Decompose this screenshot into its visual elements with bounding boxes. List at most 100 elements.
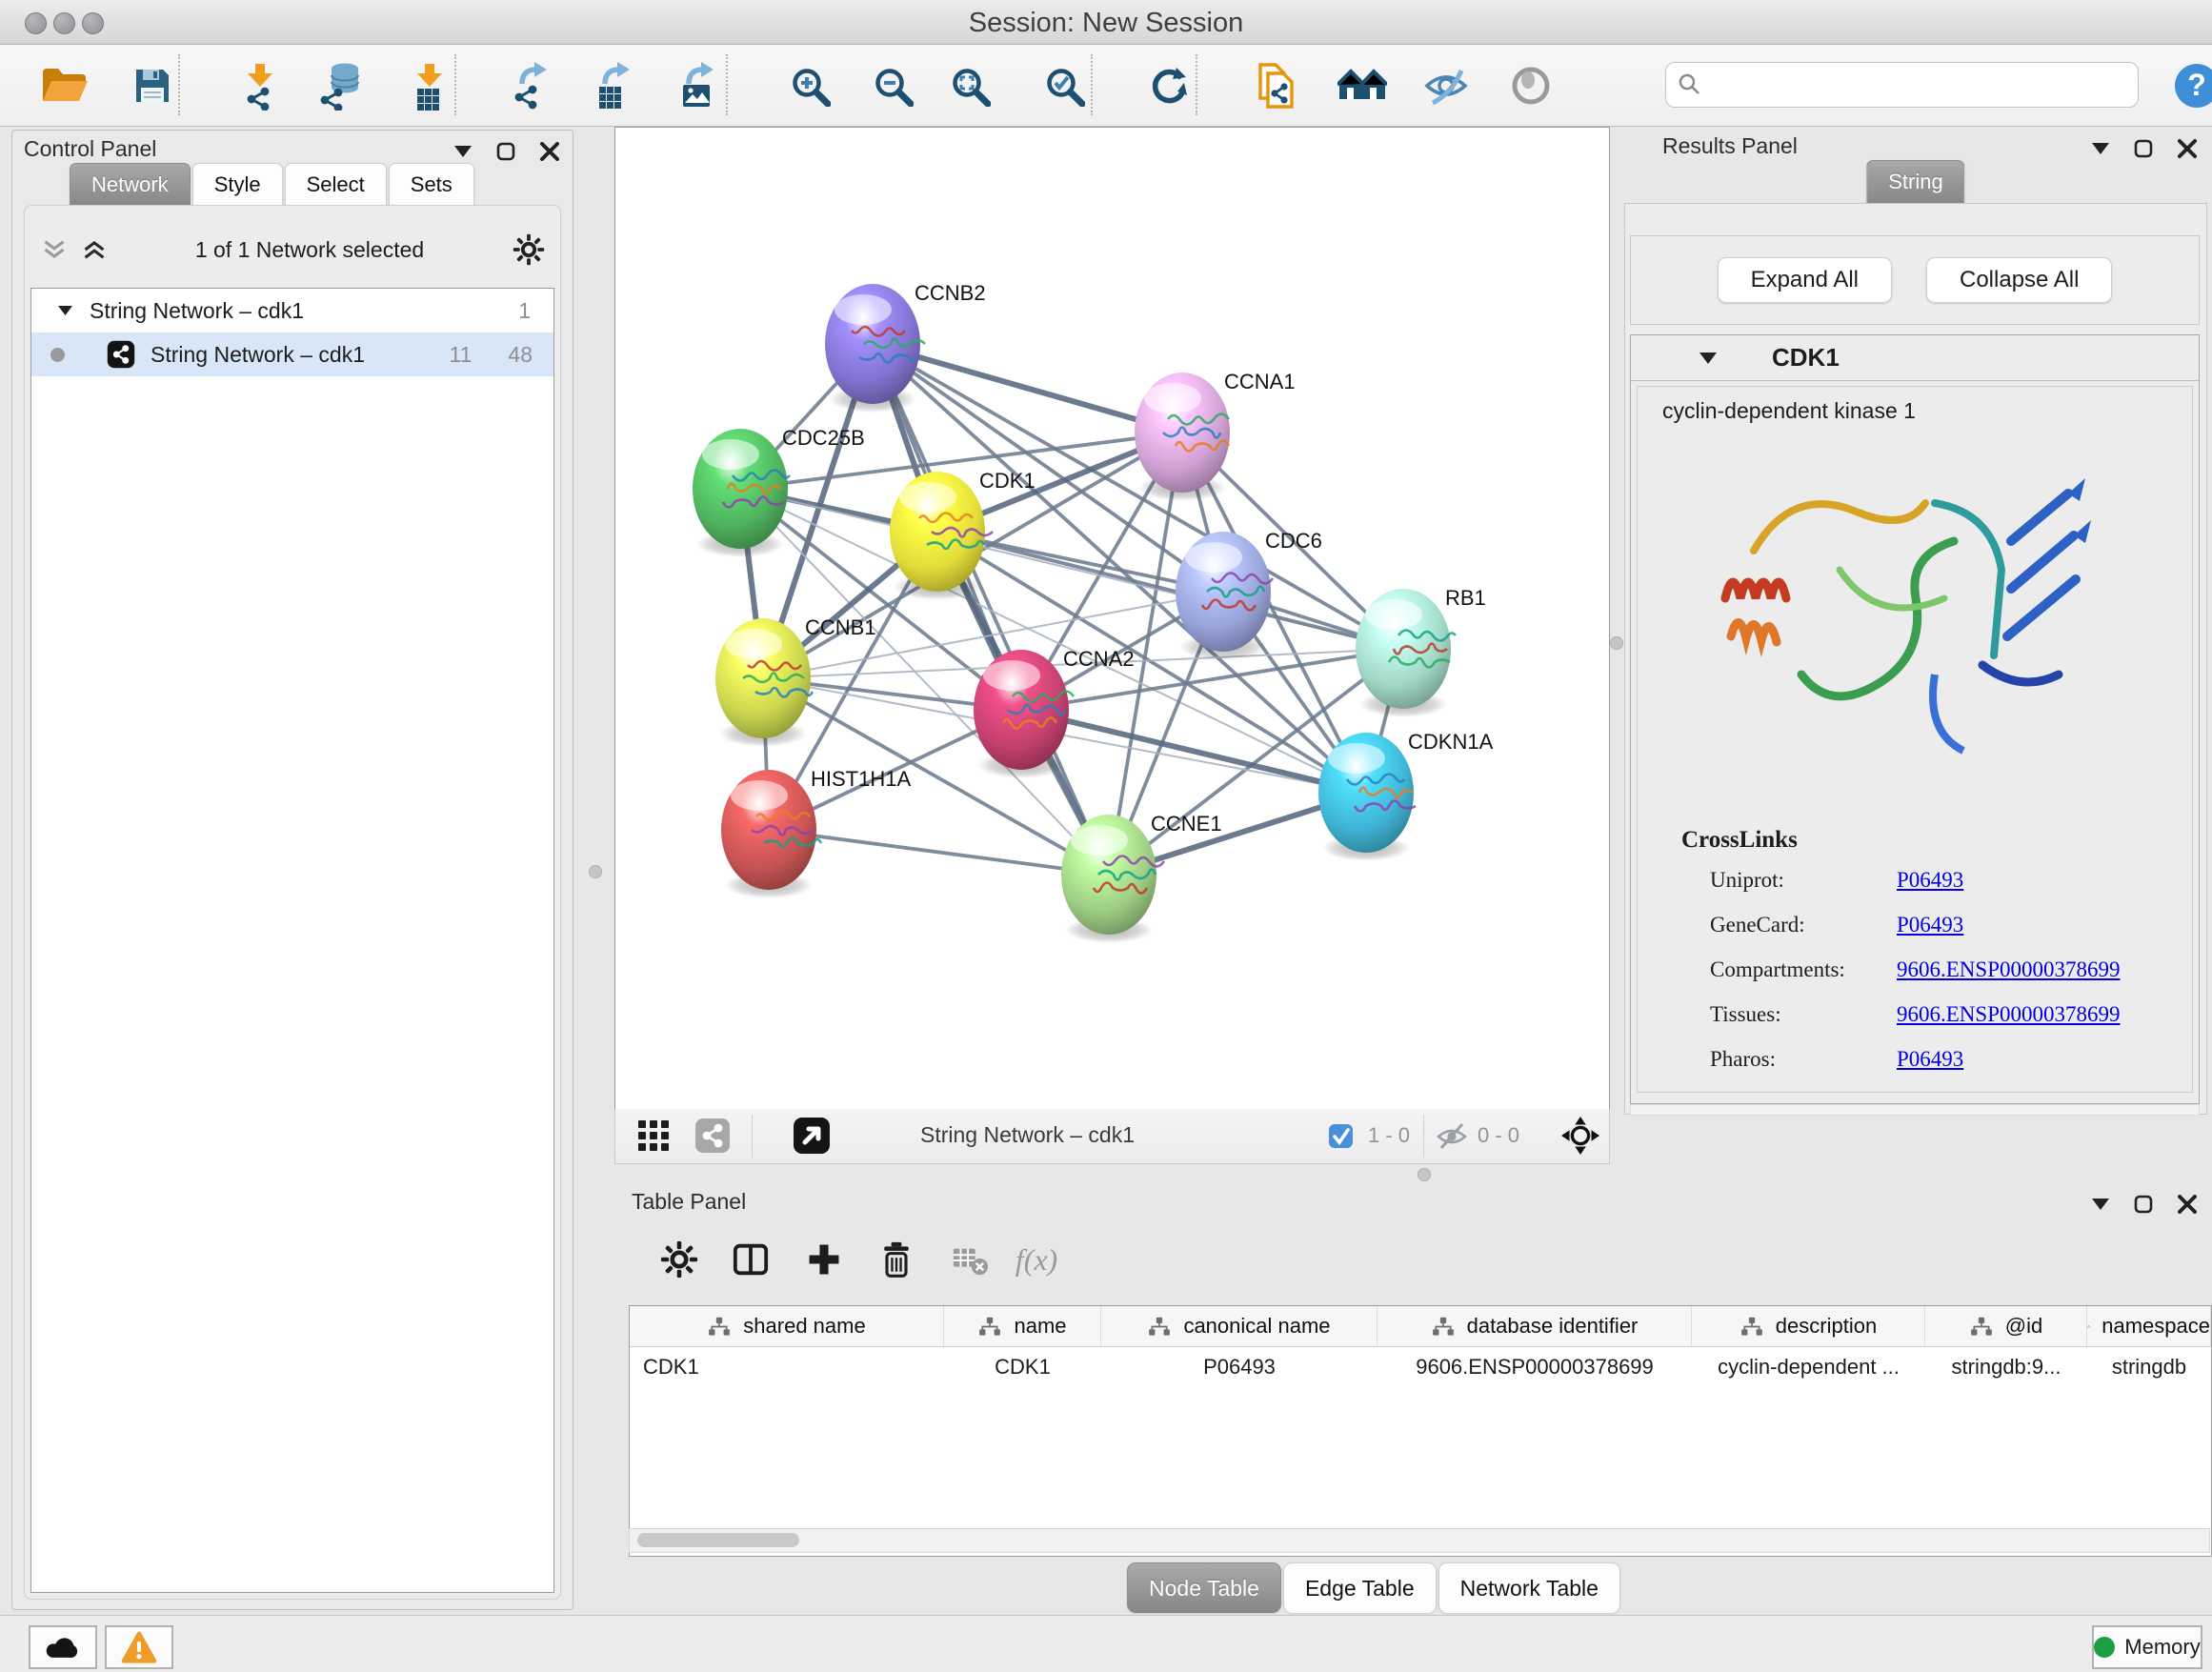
left-splitter-grip[interactable]	[589, 865, 602, 878]
cell-databaseidentifier[interactable]: 9606.ENSP00000378699	[1377, 1347, 1692, 1387]
edge-CCNB2-CCNE1[interactable]	[873, 344, 1109, 875]
close-panel-icon[interactable]	[2178, 139, 2197, 158]
node-CCNB1[interactable]	[715, 618, 813, 738]
tree-expand-icon[interactable]	[58, 306, 72, 315]
crosslink-tissues[interactable]: 9606.ENSP00000378699	[1897, 1002, 2121, 1027]
edge-HIST1H1A-CCNE1[interactable]	[769, 830, 1109, 875]
cell-sharedname[interactable]: CDK1	[630, 1347, 944, 1387]
cloud-button[interactable]	[29, 1625, 97, 1669]
network-tree-row[interactable]: String Network – cdk1 1	[31, 289, 553, 332]
column-header-databaseidentifier[interactable]: database identifier	[1377, 1306, 1692, 1346]
tab-sets[interactable]: Sets	[389, 163, 474, 206]
first-neighbors-icon[interactable]	[1250, 58, 1303, 113]
column-header-id[interactable]: @id	[1925, 1306, 2087, 1346]
node-CDC6[interactable]	[1176, 532, 1273, 652]
tab-style[interactable]: Style	[192, 163, 283, 206]
crosslink-compartments[interactable]: 9606.ENSP00000378699	[1897, 957, 2121, 982]
render-detail-icon[interactable]	[1504, 58, 1558, 113]
network-options-gear-icon[interactable]	[513, 233, 545, 266]
close-panel-icon[interactable]	[540, 142, 559, 161]
export-table-icon[interactable]	[588, 58, 641, 113]
warnings-button[interactable]	[105, 1625, 173, 1669]
column-header-canonicalname[interactable]: canonical name	[1101, 1306, 1377, 1346]
selected-checkbox[interactable]	[1325, 1113, 1356, 1158]
tab-node-table[interactable]: Node Table	[1127, 1562, 1281, 1613]
hide-graphics-details-icon[interactable]	[1419, 58, 1473, 113]
export-network-icon[interactable]	[505, 58, 558, 113]
cell-name[interactable]: CDK1	[944, 1347, 1101, 1387]
column-header-namespace[interactable]: namespace	[2087, 1306, 2211, 1346]
export-image-icon[interactable]	[672, 58, 725, 113]
search-box[interactable]	[1665, 62, 2139, 108]
welcome-screen-icon[interactable]	[1336, 58, 1389, 113]
close-panel-icon[interactable]	[2178, 1195, 2197, 1214]
crosslink-pharos[interactable]: P06493	[1897, 1047, 1963, 1072]
crosslink-genecard[interactable]: P06493	[1897, 913, 1963, 937]
table-options-gear-icon[interactable]	[653, 1233, 706, 1286]
help-button[interactable]: ?	[2170, 58, 2212, 113]
node-CDC25B[interactable]	[693, 429, 790, 549]
collapse-panel-icon[interactable]	[454, 146, 472, 157]
import-network-database-icon[interactable]	[314, 58, 368, 113]
node-table[interactable]: shared namenamecanonical namedatabase id…	[629, 1305, 2212, 1557]
collapse-panel-icon[interactable]	[2092, 1199, 2109, 1210]
expand-all-button[interactable]: Expand All	[1718, 257, 1892, 303]
cell-id[interactable]: stringdb:9...	[1925, 1347, 2087, 1387]
view-network-icon[interactable]	[686, 1109, 739, 1162]
zoom-fit-icon[interactable]	[943, 58, 996, 113]
tab-network[interactable]: Network	[70, 163, 191, 206]
node-HIST1H1A[interactable]	[721, 770, 821, 890]
zoom-selected-icon[interactable]	[1037, 58, 1091, 113]
collapse-all-button[interactable]: Collapse All	[1926, 257, 2112, 303]
refresh-icon[interactable]	[1142, 58, 1196, 113]
float-panel-icon[interactable]	[2134, 139, 2153, 158]
expand-all-networks-icon[interactable]	[82, 239, 107, 260]
column-header-sharedname[interactable]: shared name	[630, 1306, 944, 1346]
node-CCNA2[interactable]	[974, 650, 1074, 770]
node-CCNA1[interactable]	[1135, 373, 1230, 493]
edge-CDK1-RB1[interactable]	[937, 532, 1403, 649]
open-session-icon[interactable]	[38, 58, 91, 113]
column-header-description[interactable]: description	[1692, 1306, 1925, 1346]
search-input[interactable]	[1710, 71, 2138, 99]
cell-namespace[interactable]: stringdb	[2087, 1347, 2211, 1387]
column-header-name[interactable]: name	[944, 1306, 1101, 1346]
network-canvas[interactable]: CCNB2CCNA1CDC25BCDK1CDC6RB1CCNB1CCNA2CDK…	[614, 127, 1610, 1110]
float-panel-icon[interactable]	[2134, 1195, 2153, 1214]
section-collapse-icon[interactable]	[1699, 353, 1717, 364]
gene-section-header[interactable]: CDK1	[1631, 335, 2199, 381]
node-CDKN1A[interactable]	[1318, 733, 1416, 853]
table-row[interactable]: CDK1CDK1P064939606.ENSP00000378699cyclin…	[630, 1347, 2211, 1387]
fit-selected-crosshair-icon[interactable]	[1554, 1109, 1607, 1162]
tab-string[interactable]: String	[1866, 160, 1964, 203]
network-tree-row[interactable]: String Network – cdk1 11 48	[31, 332, 553, 376]
collapse-all-networks-icon[interactable]	[42, 239, 67, 260]
zoom-in-icon[interactable]	[783, 58, 836, 113]
tab-network-table[interactable]: Network Table	[1438, 1562, 1620, 1613]
table-horizontal-scrollbar[interactable]	[629, 1528, 2210, 1553]
create-column-plus-icon[interactable]	[797, 1233, 851, 1286]
node-CDK1[interactable]	[890, 472, 993, 592]
import-table-file-icon[interactable]	[403, 58, 456, 113]
crosslink-uniprot[interactable]: P06493	[1897, 868, 1963, 893]
import-network-file-icon[interactable]	[233, 58, 287, 113]
zoom-out-icon[interactable]	[866, 58, 919, 113]
node-RB1[interactable]	[1356, 589, 1456, 709]
cell-canonicalname[interactable]: P06493	[1101, 1347, 1377, 1387]
scrollbar-thumb[interactable]	[637, 1533, 799, 1547]
node-CCNB2[interactable]	[825, 284, 925, 404]
view-grid-icon[interactable]	[627, 1109, 680, 1162]
cell-description[interactable]: cyclin-dependent ...	[1692, 1347, 1925, 1387]
tab-edge-table[interactable]: Edge Table	[1283, 1562, 1437, 1613]
bottom-splitter-grip[interactable]	[1418, 1168, 1431, 1181]
tab-select[interactable]: Select	[285, 163, 387, 206]
save-session-icon[interactable]	[126, 58, 179, 113]
memory-button[interactable]: Memory	[2092, 1625, 2202, 1669]
show-columns-icon[interactable]	[724, 1233, 777, 1286]
birds-eye-view-button[interactable]	[785, 1109, 838, 1162]
results-scrollbar[interactable]	[1630, 1104, 2200, 1116]
node-CCNE1[interactable]	[1061, 815, 1164, 935]
delete-column-trash-icon[interactable]	[870, 1233, 923, 1286]
float-panel-icon[interactable]	[496, 142, 515, 161]
collapse-panel-icon[interactable]	[2092, 143, 2109, 154]
